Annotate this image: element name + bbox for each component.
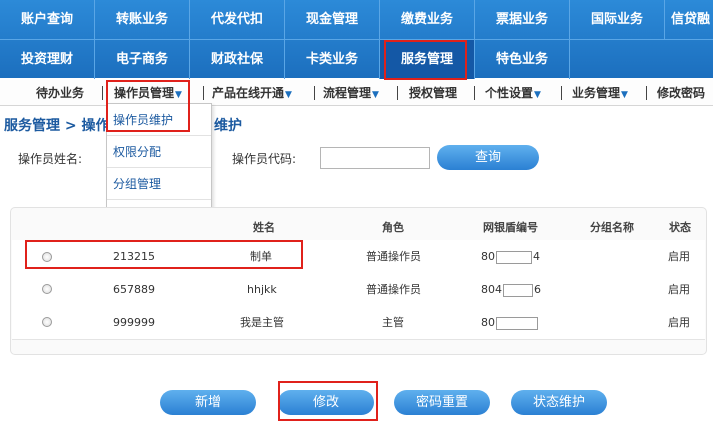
subnav-separator <box>561 86 562 100</box>
search-button[interactable]: 查询 <box>437 145 539 170</box>
breadcrumb-left: 服务管理 > 操作 <box>4 118 110 134</box>
status-cell: 启用 <box>668 283 690 296</box>
operator-name-cell: hhjkk <box>247 283 277 296</box>
subnav-personal-settings-label: 个性设置 <box>485 86 534 100</box>
subnav-separator <box>646 86 647 100</box>
dropdown-item-group-management[interactable]: 分组管理 <box>107 168 211 200</box>
column-header-name: 姓名 <box>253 221 275 234</box>
shield-number-prefix: 804 <box>481 283 502 296</box>
breadcrumb-right: 维护 <box>214 116 242 136</box>
chevron-down-icon: ▼ <box>534 90 541 100</box>
operator-name-label: 操作员姓名: <box>18 152 83 166</box>
shield-number-prefix: 80 <box>481 316 495 329</box>
shield-number-cell: 804 6 <box>481 282 541 298</box>
subnav-separator <box>397 86 398 100</box>
nav-item-featured[interactable]: 特色业务 <box>475 40 570 79</box>
operator-code-cell: 657889 <box>113 283 155 296</box>
dropdown-item-permission-assignment[interactable]: 权限分配 <box>107 136 211 168</box>
redaction-mask <box>496 316 538 330</box>
shield-number-suffix: 4 <box>533 250 540 263</box>
shield-number-prefix: 80 <box>481 250 495 263</box>
annotation-box-modify-button <box>278 381 378 421</box>
redaction-mask <box>503 283 533 297</box>
nav-item-bill-payment[interactable]: 缴费业务 <box>380 0 475 39</box>
subnav-change-password-label: 修改密码 <box>657 86 706 100</box>
subnav-authorization[interactable]: 授权管理 <box>409 80 457 106</box>
reset-password-button[interactable]: 密码重置 <box>394 390 490 415</box>
top-nav-row-1: 账户查询 转账业务 代发代扣 现金管理 缴费业务 票据业务 国际业务 信贷融 <box>0 0 713 39</box>
subnav-business-management-label: 业务管理 <box>572 86 621 100</box>
nav-item-credit[interactable]: 信贷融 <box>665 0 713 39</box>
nav-item-cards[interactable]: 卡类业务 <box>285 40 380 79</box>
annotation-box-service-management <box>384 40 467 80</box>
subnav-pending-label: 待办业务 <box>36 86 85 100</box>
annotation-box-selected-row <box>25 240 303 269</box>
subnav-change-password[interactable]: 修改密码 <box>657 80 713 106</box>
nav-item-international[interactable]: 国际业务 <box>570 0 665 39</box>
subnav-process-management-label: 流程管理 <box>323 86 372 100</box>
operator-code-input[interactable] <box>320 147 430 169</box>
operator-role-cell: 主管 <box>382 316 404 329</box>
operator-code-cell: 999999 <box>113 316 155 329</box>
subnav-separator <box>474 86 475 100</box>
annotation-box-operator-maintenance <box>106 80 190 132</box>
subnav-pending[interactable]: 待办业务 <box>36 80 84 106</box>
status-maintenance-button[interactable]: 状态维护 <box>511 390 607 415</box>
subnav-personal-settings[interactable]: 个性设置▼ <box>485 80 541 106</box>
breadcrumb-right-text: 维护 <box>214 118 242 134</box>
nav-item-account-query[interactable]: 账户查询 <box>0 0 95 39</box>
status-cell: 启用 <box>668 316 690 329</box>
subnav-separator <box>102 86 103 100</box>
chevron-down-icon: ▼ <box>285 90 292 100</box>
subnav-separator <box>314 86 315 100</box>
redaction-mask <box>496 250 532 264</box>
nav-item-fiscal-social[interactable]: 财政社保 <box>190 40 285 79</box>
nav-item-payroll[interactable]: 代发代扣 <box>190 0 285 39</box>
subnav-separator <box>203 86 204 100</box>
nav-item-cash-management[interactable]: 现金管理 <box>285 0 380 39</box>
add-button[interactable]: 新增 <box>160 390 256 415</box>
column-header-role: 角色 <box>382 221 404 234</box>
chevron-down-icon: ▼ <box>372 90 379 100</box>
column-header-group-name: 分组名称 <box>590 221 634 234</box>
shield-number-cell: 80 <box>481 315 539 331</box>
nav-item-investment[interactable]: 投资理财 <box>0 40 95 79</box>
subnav-process-management[interactable]: 流程管理▼ <box>323 80 379 106</box>
column-header-status: 状态 <box>669 221 691 234</box>
subnav-online-product[interactable]: 产品在线开通▼ <box>212 80 292 106</box>
breadcrumb: 服务管理 > 操作 <box>4 116 109 136</box>
operator-role-cell: 普通操作员 <box>366 250 421 263</box>
status-cell: 启用 <box>668 250 690 263</box>
shield-number-cell: 80 4 <box>481 249 540 265</box>
operator-role-cell: 普通操作员 <box>366 283 421 296</box>
shield-number-suffix: 6 <box>534 283 541 296</box>
subnav-online-product-label: 产品在线开通 <box>212 86 285 100</box>
chevron-down-icon: ▼ <box>621 90 628 100</box>
operator-name-cell: 我是主管 <box>240 316 284 329</box>
subnav-business-management[interactable]: 业务管理▼ <box>572 80 628 106</box>
top-navigation: 账户查询 转账业务 代发代扣 现金管理 缴费业务 票据业务 国际业务 信贷融 投… <box>0 0 713 79</box>
row-select-radio[interactable] <box>42 317 52 327</box>
nav-item-notes[interactable]: 票据业务 <box>475 0 570 39</box>
nav-item-ecommerce[interactable]: 电子商务 <box>95 40 190 79</box>
column-header-shield-number: 网银盾编号 <box>483 221 538 234</box>
nav-item-transfer[interactable]: 转账业务 <box>95 0 190 39</box>
subnav-authorization-label: 授权管理 <box>409 86 458 100</box>
top-nav-row-2: 投资理财 电子商务 财政社保 卡类业务 服务管理 特色业务 <box>0 39 713 79</box>
operator-code-label: 操作员代码: <box>232 152 297 166</box>
row-select-radio[interactable] <box>42 284 52 294</box>
